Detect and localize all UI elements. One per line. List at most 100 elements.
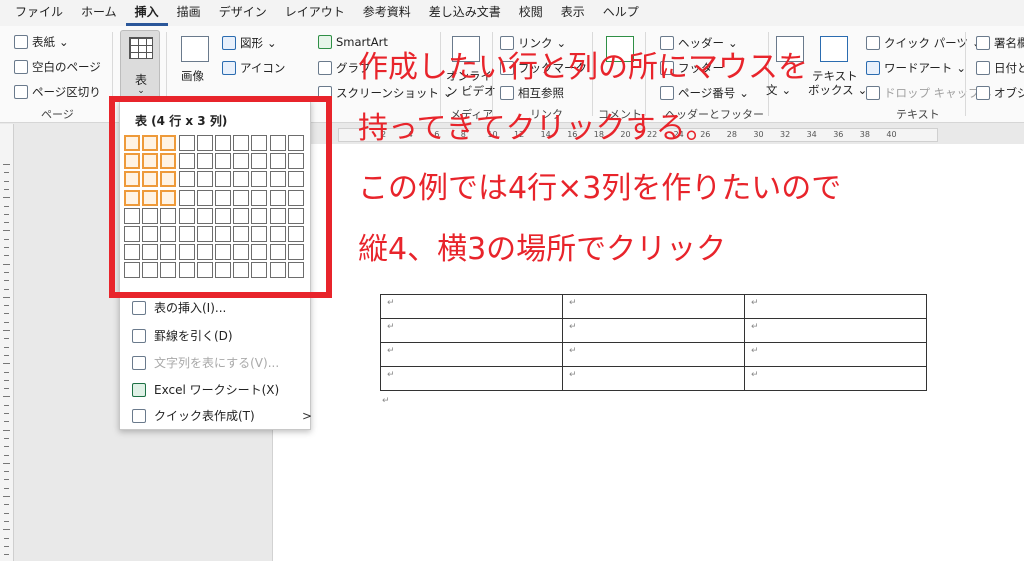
- page-number-icon: [660, 86, 674, 100]
- ruler-tick: [4, 520, 9, 522]
- ruler-tick: [4, 487, 9, 489]
- table-cell[interactable]: ↵: [380, 294, 563, 319]
- ruler-number: 28: [726, 130, 737, 139]
- annotation-line-4: 縦4、横3の場所でクリック: [358, 232, 727, 267]
- table-button[interactable]: 表 ⌄: [120, 30, 160, 100]
- screenshot-button[interactable]: スクリーンショット ⌄: [318, 85, 453, 101]
- link-button[interactable]: リンク ⌄: [500, 35, 566, 51]
- blank-page-button[interactable]: 空白のページ: [14, 59, 101, 75]
- picture-icon: [181, 36, 209, 62]
- signature-line-button[interactable]: 署名欄: [976, 35, 1024, 51]
- header-icon: [660, 36, 674, 50]
- blank-page-icon: [14, 60, 28, 74]
- tab-2[interactable]: 挿入: [125, 0, 168, 26]
- table-row: ↵ ↵ ↵: [380, 366, 927, 391]
- header-button[interactable]: ヘッダー ⌄: [660, 35, 738, 51]
- picture-button[interactable]: 画像: [181, 68, 204, 84]
- table-cell[interactable]: ↵: [744, 366, 927, 391]
- dropdown-item-3[interactable]: Excel ワークシート(X): [132, 381, 279, 398]
- table-cell[interactable]: ↵: [380, 342, 563, 367]
- word-window: ファイル ホーム 挿入 描画 デザイン レイアウト 参考資料 差し込み文書 校閲 表示 ヘルプ 表紙…: [0, 0, 1024, 561]
- page-break-icon: [14, 85, 28, 99]
- dropdown-item-label: 文字列を表にする(V)...: [154, 356, 280, 370]
- page-group-label: ページ: [41, 108, 74, 121]
- tab-6[interactable]: 参考資料: [354, 0, 420, 26]
- table-cell[interactable]: ↵: [380, 366, 563, 391]
- table-cell[interactable]: ↵: [562, 342, 745, 367]
- ruler-tick: [4, 288, 9, 290]
- signature-icon: [976, 36, 990, 50]
- table-row: ↵ ↵ ↵: [380, 342, 927, 367]
- table-cell[interactable]: ↵: [562, 294, 745, 319]
- tab-8[interactable]: 校閲: [510, 0, 552, 26]
- ruler-tick: [3, 263, 10, 265]
- ruler-tick: [4, 205, 9, 207]
- dropdown-item-2[interactable]: 文字列を表にする(V)...: [132, 354, 279, 371]
- quick-table-icon: [132, 408, 146, 423]
- tab-1[interactable]: ホーム: [72, 0, 126, 26]
- calendar-icon: [976, 61, 990, 75]
- icons-button[interactable]: アイコン: [222, 60, 285, 76]
- ruler-tick: [4, 388, 9, 390]
- object-button[interactable]: オブジ: [976, 85, 1024, 101]
- tab-10[interactable]: ヘルプ: [594, 0, 648, 26]
- chevron-right-icon: >: [302, 408, 313, 423]
- ruler-tick: [4, 471, 9, 473]
- tab-4[interactable]: デザイン: [210, 0, 276, 26]
- table-cell[interactable]: ↵: [562, 318, 745, 343]
- quick-parts-icon: [866, 36, 880, 50]
- dropdown-item-label: Excel ワークシート(X): [154, 383, 280, 397]
- ruler-tick: [4, 504, 9, 506]
- cover-page-icon: [14, 35, 28, 49]
- table-row: ↵ ↵ ↵: [380, 294, 927, 319]
- ruler-tick: [4, 238, 9, 240]
- online-video-label: ン ビデオ: [446, 84, 496, 98]
- ruler-tick: [4, 537, 9, 539]
- ruler-tick: [4, 437, 9, 439]
- shapes-button[interactable]: 図形 ⌄: [222, 35, 277, 51]
- table-cell[interactable]: ↵: [744, 342, 927, 367]
- cover-page-button[interactable]: 表紙 ⌄: [14, 34, 69, 50]
- ruler-tick: [4, 313, 9, 315]
- document-table[interactable]: ↵ ↵ ↵ ↵ ↵ ↵ ↵ ↵ ↵ ↵ ↵ ↵: [380, 294, 927, 391]
- ruler-tick: [3, 164, 10, 165]
- table-insert-icon: [132, 300, 146, 315]
- date-time-button[interactable]: 日付と: [976, 60, 1024, 76]
- dropdown-item-0[interactable]: 表の挿入(I)...: [132, 299, 226, 316]
- drop-cap-button[interactable]: ドロップ キャップ⌄: [866, 85, 993, 101]
- tab-3[interactable]: 描画: [168, 0, 210, 26]
- dropdown-item-1[interactable]: 罫線を引く(D): [132, 327, 233, 344]
- smartart-button[interactable]: SmartArt: [318, 35, 388, 49]
- cross-reference-button[interactable]: 相互参照: [500, 85, 564, 101]
- tab-0[interactable]: ファイル: [6, 0, 72, 26]
- table-cell[interactable]: ↵: [380, 318, 563, 343]
- ruler-tick: [4, 255, 9, 257]
- wordart-button[interactable]: ワードアート ⌄: [866, 60, 966, 76]
- ruler-number: 34: [806, 130, 817, 139]
- textbox-icon: [820, 36, 848, 62]
- ruler-tick: [4, 379, 9, 381]
- table-cell[interactable]: ↵: [744, 294, 927, 319]
- page-number-button[interactable]: ページ番号 ⌄: [660, 85, 749, 101]
- tab-5[interactable]: レイアウト: [276, 0, 354, 26]
- dropdown-item-label: 罫線を引く(D): [154, 329, 233, 343]
- tab-7[interactable]: 差し込み文書: [420, 0, 510, 26]
- drop-cap-icon: [866, 86, 880, 100]
- ruler-tick: [4, 172, 9, 174]
- textbox-label: ボックス ⌄: [808, 83, 868, 97]
- ruler-tick: [4, 280, 9, 282]
- table-cell[interactable]: ↵: [562, 366, 745, 391]
- annotation-line-1: 作成したい行と列の所にマウスを: [358, 50, 808, 85]
- tab-9[interactable]: 表示: [552, 0, 594, 26]
- link-icon: [500, 36, 514, 50]
- ruler-tick: [4, 479, 9, 481]
- page-break-button[interactable]: ページ区切り: [14, 84, 101, 100]
- annotation-line-3: この例では4行×3列を作りたいので: [358, 171, 842, 206]
- ruler-tick: [4, 346, 9, 348]
- ruler-number: 40: [886, 130, 897, 139]
- table-cell[interactable]: ↵: [744, 318, 927, 343]
- dropdown-item-4[interactable]: クイック表作成(T) >: [132, 407, 312, 424]
- object-icon: [976, 86, 990, 100]
- ruler-tick: [4, 512, 9, 514]
- ruler-tick: [4, 371, 9, 373]
